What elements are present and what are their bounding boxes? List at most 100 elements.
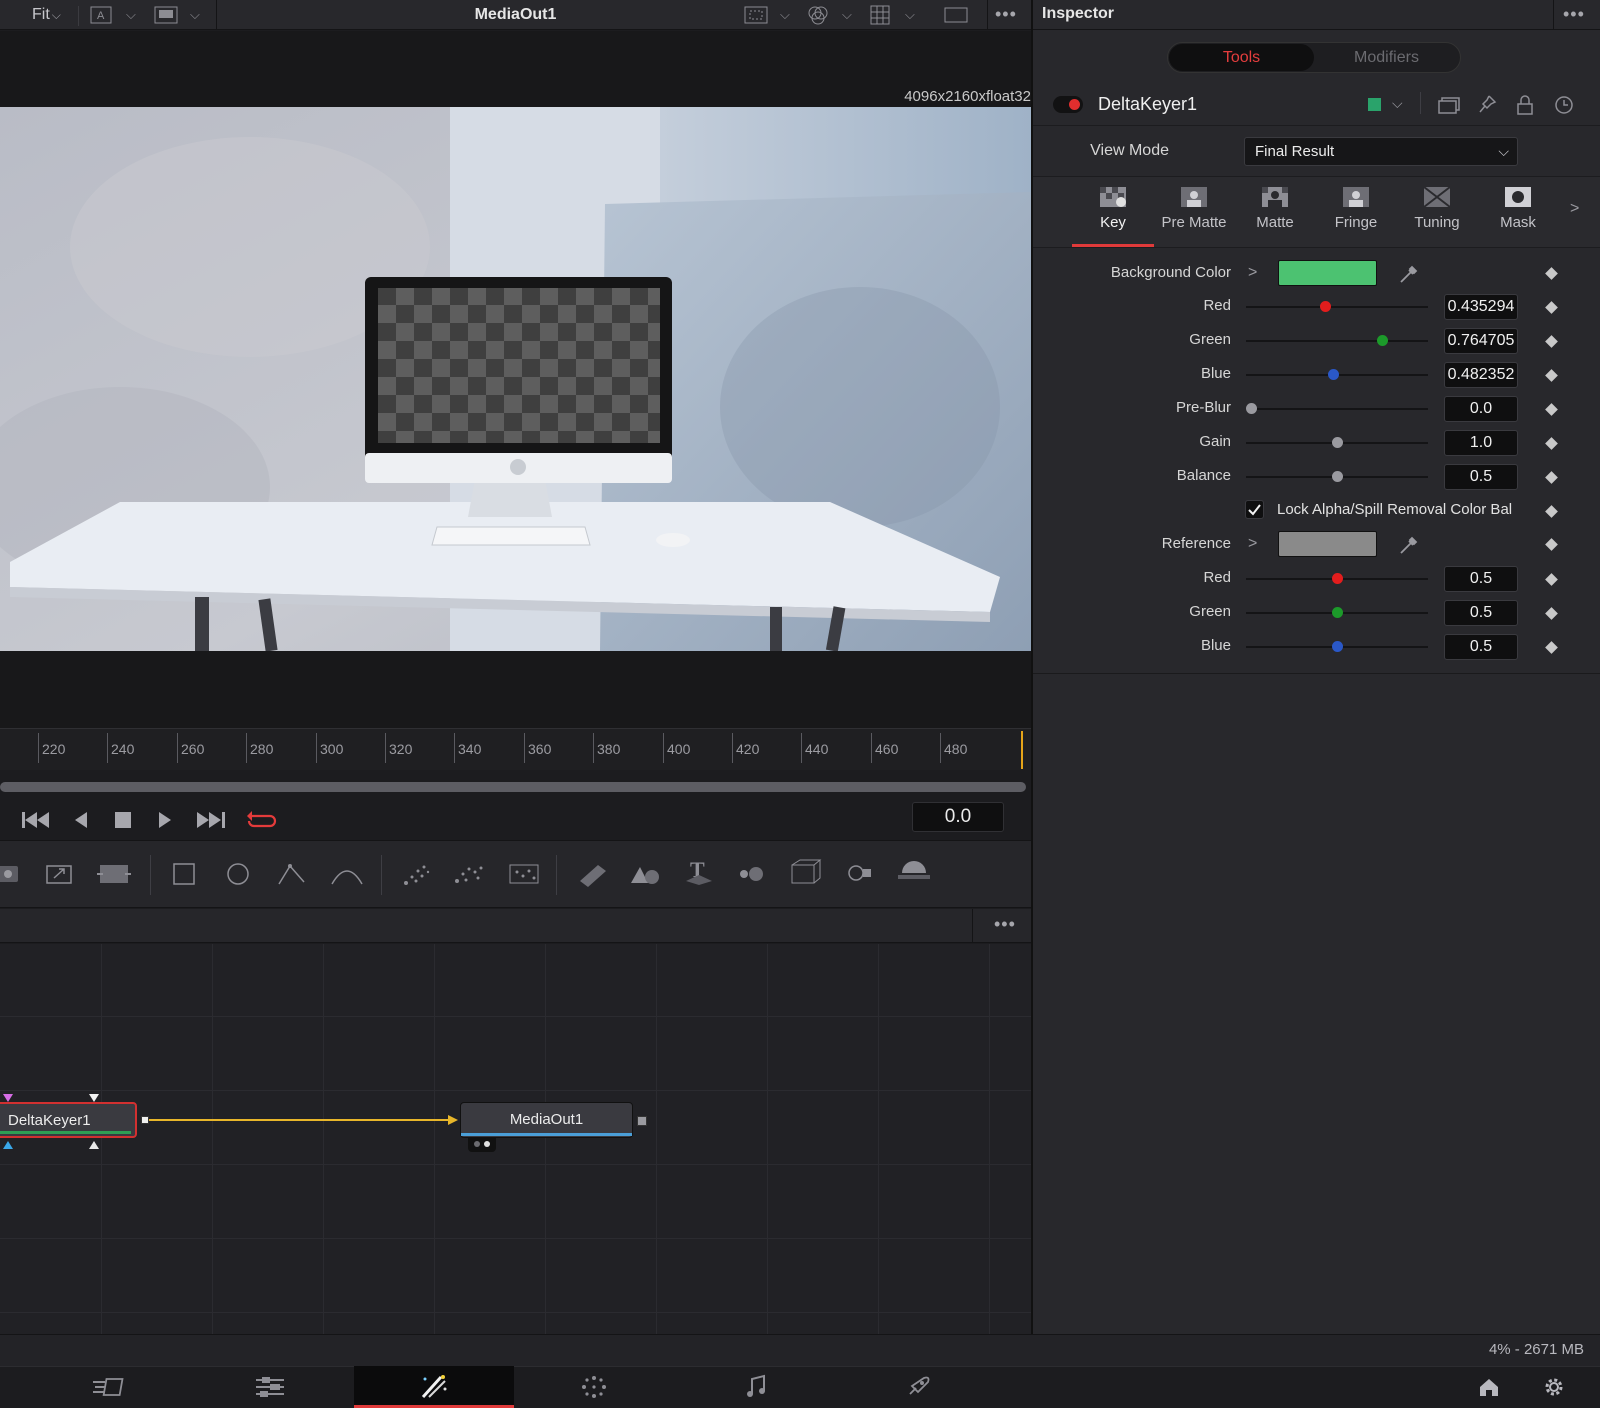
page-cut[interactable] bbox=[28, 1366, 188, 1408]
chevron-down-icon[interactable]: ⌵ bbox=[190, 7, 200, 23]
particle-emitter-icon[interactable] bbox=[400, 859, 432, 889]
pre-blur-slider-handle[interactable] bbox=[1246, 403, 1257, 414]
blue-value-field[interactable]: 0.482352 bbox=[1444, 362, 1518, 388]
particle-render-icon[interactable] bbox=[508, 859, 542, 889]
eyedropper-icon[interactable] bbox=[1398, 534, 1420, 556]
blue-slider-handle[interactable] bbox=[1328, 369, 1339, 380]
input-port-solid-matte[interactable] bbox=[2, 1140, 14, 1150]
page-edit[interactable] bbox=[190, 1366, 350, 1408]
time-scrub-bar[interactable] bbox=[0, 782, 1026, 792]
go-to-start-icon[interactable] bbox=[22, 811, 52, 829]
versions-icon[interactable] bbox=[1438, 96, 1460, 114]
frame-icon[interactable] bbox=[944, 7, 968, 23]
viewer-layout-icon[interactable] bbox=[154, 6, 178, 24]
light-3d-icon[interactable] bbox=[896, 855, 930, 887]
tab-tuning[interactable]: Tuning bbox=[1397, 186, 1477, 231]
node-connection[interactable] bbox=[148, 1119, 452, 1121]
balance-slider-handle[interactable] bbox=[1332, 471, 1343, 482]
page-fairlight[interactable] bbox=[676, 1366, 836, 1408]
ellipse-mask-icon[interactable] bbox=[226, 862, 250, 886]
color-channels-icon[interactable] bbox=[806, 5, 830, 25]
red-value-field[interactable]: 0.435294 bbox=[1444, 294, 1518, 320]
view-mode-select[interactable]: Final Result ⌵ bbox=[1244, 137, 1518, 166]
camera-3d-icon[interactable] bbox=[842, 857, 876, 889]
output-port[interactable] bbox=[141, 1116, 149, 1124]
input-port-background[interactable] bbox=[88, 1093, 100, 1103]
text-3d-icon[interactable]: T bbox=[684, 855, 714, 887]
renderer-3d-icon[interactable] bbox=[788, 857, 822, 889]
reference-color-swatch[interactable] bbox=[1278, 531, 1377, 557]
pin-icon[interactable] bbox=[1477, 94, 1497, 116]
chevron-down-icon[interactable]: ⌵ bbox=[842, 7, 852, 23]
tab-tools[interactable]: Tools bbox=[1169, 44, 1314, 71]
page-color[interactable] bbox=[514, 1366, 674, 1408]
red-slider[interactable] bbox=[1246, 306, 1428, 308]
tab-pre-matte[interactable]: Pre Matte bbox=[1154, 186, 1234, 231]
gain-value-field[interactable]: 1.0 bbox=[1444, 430, 1518, 456]
green-value-field[interactable]: 0.764705 bbox=[1444, 328, 1518, 354]
input-port-clean-plate[interactable] bbox=[88, 1140, 100, 1150]
reference-red-value-field[interactable]: 0.5 bbox=[1444, 566, 1518, 592]
tab-fringe[interactable]: Fringe bbox=[1316, 186, 1396, 231]
go-to-end-icon[interactable] bbox=[196, 811, 226, 829]
home-icon[interactable] bbox=[1478, 1376, 1500, 1398]
tab-modifiers[interactable]: Modifiers bbox=[1314, 44, 1459, 71]
merge-3d-icon[interactable] bbox=[734, 859, 768, 889]
lock-icon[interactable] bbox=[1516, 94, 1534, 116]
balance-value-field[interactable]: 0.5 bbox=[1444, 464, 1518, 490]
eyedropper-icon[interactable] bbox=[1398, 263, 1420, 285]
fit-zoom-dropdown[interactable]: Fit ⌵ bbox=[32, 6, 61, 24]
green-slider-handle[interactable] bbox=[1377, 335, 1388, 346]
chevron-down-icon[interactable]: ⌵ bbox=[780, 7, 790, 23]
chevron-down-icon[interactable]: ⌵ bbox=[905, 7, 915, 23]
particle-system-icon[interactable] bbox=[452, 859, 488, 889]
play-icon[interactable] bbox=[158, 811, 172, 829]
chevron-down-icon[interactable]: ⌵ bbox=[126, 7, 136, 23]
page-fusion[interactable] bbox=[354, 1366, 514, 1408]
view-indicator[interactable] bbox=[468, 1138, 496, 1152]
reference-green-slider-handle[interactable] bbox=[1332, 607, 1343, 618]
input-port-garbage-matte[interactable] bbox=[2, 1093, 14, 1103]
reference-green-value-field[interactable]: 0.5 bbox=[1444, 600, 1518, 626]
more-options-icon[interactable]: ••• bbox=[995, 4, 1017, 25]
chevron-right-icon[interactable]: > bbox=[1248, 264, 1257, 282]
output-port[interactable] bbox=[637, 1116, 647, 1126]
chevron-right-icon[interactable]: > bbox=[1570, 200, 1579, 218]
tab-matte[interactable]: Matte bbox=[1235, 186, 1315, 231]
transform-tool-icon[interactable] bbox=[46, 863, 74, 885]
lut-a-icon[interactable]: A bbox=[90, 6, 112, 24]
roi-icon[interactable] bbox=[744, 6, 768, 24]
playhead[interactable] bbox=[1021, 731, 1023, 769]
gain-slider-handle[interactable] bbox=[1332, 437, 1343, 448]
bspline-mask-icon[interactable] bbox=[330, 860, 364, 888]
lock-alpha-checkbox[interactable] bbox=[1245, 500, 1264, 519]
loop-icon[interactable] bbox=[246, 807, 278, 831]
chevron-right-icon[interactable]: > bbox=[1248, 535, 1257, 553]
red-slider-handle[interactable] bbox=[1320, 301, 1331, 312]
more-options-icon[interactable]: ••• bbox=[994, 914, 1016, 935]
tool-color-chip[interactable] bbox=[1368, 98, 1381, 111]
shape-3d-icon[interactable] bbox=[628, 859, 662, 889]
page-deliver[interactable] bbox=[838, 1366, 998, 1408]
stop-icon[interactable] bbox=[114, 811, 132, 829]
node-mediaout[interactable]: MediaOut1 bbox=[460, 1102, 633, 1138]
pre-blur-value-field[interactable]: 0.0 bbox=[1444, 396, 1518, 422]
current-time-field[interactable]: 0.0 bbox=[912, 802, 1004, 832]
tab-key[interactable]: Key bbox=[1073, 186, 1153, 231]
node-editor[interactable] bbox=[0, 944, 1031, 1334]
reference-blue-slider-handle[interactable] bbox=[1332, 641, 1343, 652]
reference-red-slider-handle[interactable] bbox=[1332, 573, 1343, 584]
pre-blur-slider[interactable] bbox=[1246, 408, 1428, 410]
time-ruler[interactable]: 220 240 260 280 300 320 340 360 380 400 … bbox=[0, 728, 1031, 770]
background-color-swatch[interactable] bbox=[1278, 260, 1377, 286]
reset-icon[interactable] bbox=[1553, 94, 1575, 116]
polygon-mask-icon[interactable] bbox=[276, 860, 308, 888]
play-reverse-icon[interactable] bbox=[74, 811, 88, 829]
more-options-icon[interactable]: ••• bbox=[1563, 4, 1585, 25]
reference-blue-value-field[interactable]: 0.5 bbox=[1444, 634, 1518, 660]
image-plane-3d-icon[interactable] bbox=[576, 859, 610, 889]
node-deltakeyer[interactable]: DeltaKeyer1 bbox=[0, 1102, 137, 1138]
green-slider[interactable] bbox=[1246, 340, 1428, 342]
tab-mask[interactable]: Mask bbox=[1478, 186, 1558, 231]
resize-tool-icon[interactable] bbox=[96, 863, 132, 885]
